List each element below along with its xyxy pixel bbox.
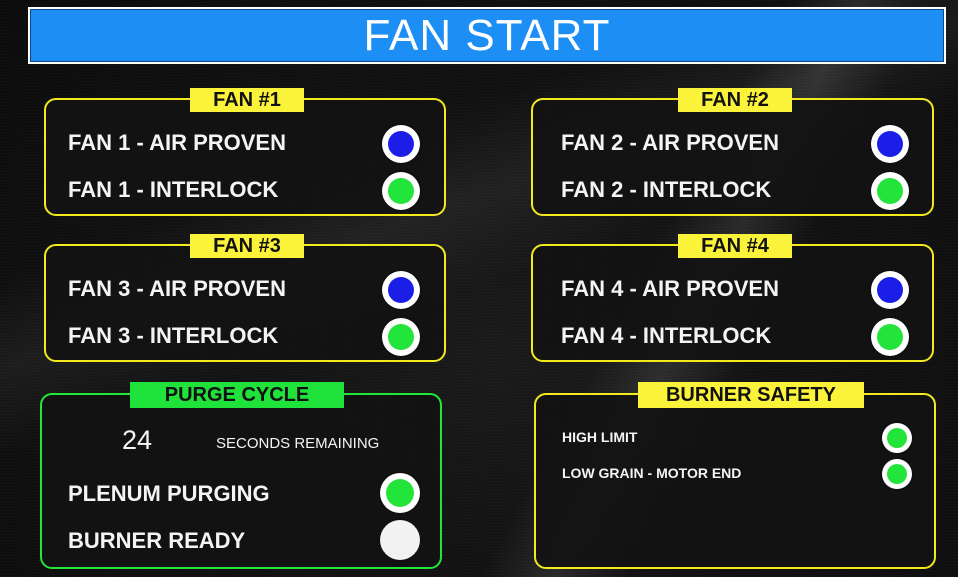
burner-safety-panel-label: BURNER SAFETY [638, 382, 864, 408]
fan-4-panel: FAN #4 FAN 4 - AIR PROVEN FAN 4 - INTERL… [531, 234, 934, 362]
burner-ready-indicator [380, 520, 420, 560]
fan-2-interlock-indicator [871, 172, 909, 210]
purge-seconds-label: SECONDS REMAINING [216, 435, 380, 452]
fan-2-panel-label: FAN #2 [678, 88, 792, 112]
high-limit-indicator [882, 423, 912, 453]
fan-1-panel: FAN #1 FAN 1 - AIR PROVEN FAN 1 - INTERL… [44, 88, 446, 216]
fan-4-interlock-indicator [871, 318, 909, 356]
fan-1-interlock-indicator [382, 172, 420, 210]
low-grain-motor-end-label: LOW GRAIN - MOTOR END [562, 465, 742, 481]
fan-2-interlock-label: FAN 2 - INTERLOCK [561, 177, 772, 202]
fan-3-panel-label: FAN #3 [190, 234, 304, 258]
fan-4-interlock-label: FAN 4 - INTERLOCK [561, 323, 772, 348]
fan-1-air-proven-indicator [382, 125, 420, 163]
page-title: FAN START [363, 10, 611, 60]
plenum-purging-indicator [380, 473, 420, 513]
fan-3-interlock-label: FAN 3 - INTERLOCK [68, 323, 279, 348]
burner-ready-label: BURNER READY [68, 528, 246, 553]
fan-1-panel-label: FAN #1 [190, 88, 304, 112]
fan-3-interlock-indicator [382, 318, 420, 356]
low-grain-motor-end-indicator [882, 459, 912, 489]
fan-2-air-proven-indicator [871, 125, 909, 163]
purge-cycle-panel: PURGE CYCLE 24 SECONDS REMAINING PLENUM … [40, 382, 442, 569]
fan-4-air-proven-indicator [871, 271, 909, 309]
fan-3-air-proven-label: FAN 3 - AIR PROVEN [68, 276, 286, 301]
burner-safety-panel: BURNER SAFETY HIGH LIMIT LOW GRAIN - MOT… [534, 382, 936, 569]
plenum-purging-label: PLENUM PURGING [68, 481, 270, 506]
high-limit-label: HIGH LIMIT [562, 429, 638, 445]
fan-3-panel: FAN #3 FAN 3 - AIR PROVEN FAN 3 - INTERL… [44, 234, 446, 362]
fan-1-interlock-label: FAN 1 - INTERLOCK [68, 177, 279, 202]
purge-cycle-panel-label: PURGE CYCLE [130, 382, 344, 408]
fan-1-air-proven-label: FAN 1 - AIR PROVEN [68, 130, 286, 155]
fan-4-panel-label: FAN #4 [678, 234, 792, 258]
purge-seconds-value: 24 [122, 425, 153, 455]
fan-4-air-proven-label: FAN 4 - AIR PROVEN [561, 276, 779, 301]
fan-2-panel: FAN #2 FAN 2 - AIR PROVEN FAN 2 - INTERL… [531, 88, 934, 216]
fan-2-air-proven-label: FAN 2 - AIR PROVEN [561, 130, 779, 155]
fan-3-air-proven-indicator [382, 271, 420, 309]
title-bar: FAN START [28, 7, 946, 64]
